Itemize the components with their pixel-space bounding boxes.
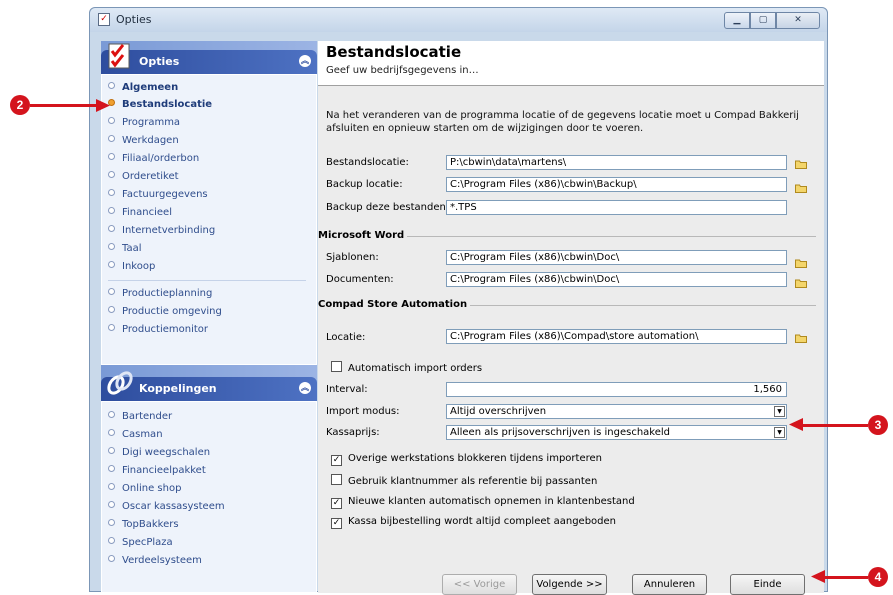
nav-item-verdeelsysteem[interactable]: Verdeelsysteem bbox=[108, 554, 202, 568]
locatie-label: Locatie: bbox=[326, 332, 366, 343]
sidebar: Opties ︽ Algemeen Bestandslocatie Progra… bbox=[101, 41, 317, 593]
link-icon bbox=[107, 371, 133, 395]
backup-bestanden-label: Backup deze bestanden: bbox=[326, 202, 450, 213]
kassaprijs-label: Kassaprijs: bbox=[326, 427, 380, 438]
bestandslocatie-label: Bestandslocatie: bbox=[326, 157, 409, 168]
nav-item-topbakkers[interactable]: TopBakkers bbox=[108, 518, 179, 532]
arrowhead-left-icon bbox=[789, 418, 803, 431]
blokkeren-checkbox[interactable]: ✓ Overige werkstations blokkeren tijdens … bbox=[331, 453, 602, 466]
opties-group-body: Algemeen Bestandslocatie Programma Werkd… bbox=[101, 74, 317, 365]
dropdown-arrow-icon: ▼ bbox=[774, 427, 785, 438]
import-modus-select[interactable]: Altijd overschrijven ▼ bbox=[446, 404, 787, 419]
arrowhead-left-icon bbox=[811, 570, 825, 583]
annotation-arrow bbox=[822, 576, 868, 579]
annotation-arrow bbox=[800, 424, 868, 427]
intro-text: Na het veranderen van de programma locat… bbox=[326, 110, 799, 134]
nav-item-programma[interactable]: Programma bbox=[108, 116, 180, 130]
kassa-bijbestelling-checkbox[interactable]: ✓ Kassa bijbestelling wordt altijd comple… bbox=[331, 516, 616, 529]
nav-item-internetverbinding[interactable]: Internetverbinding bbox=[108, 224, 215, 238]
page-title: Bestandslocatie bbox=[326, 43, 462, 61]
window-title: Opties bbox=[116, 13, 152, 26]
klantnummer-checkbox[interactable]: Gebruik klantnummer als referentie bij p… bbox=[331, 474, 597, 488]
nav-item-algemeen[interactable]: Algemeen bbox=[108, 81, 178, 95]
close-button[interactable]: ✕ bbox=[776, 12, 820, 29]
nav-item-orderetiket[interactable]: Orderetiket bbox=[108, 170, 179, 184]
nav-item-werkdagen[interactable]: Werkdagen bbox=[108, 134, 179, 148]
folder-icon[interactable] bbox=[795, 278, 807, 288]
koppelingen-group-body: Bartender Casman Digi weegschalen Financ… bbox=[101, 401, 317, 593]
annotation-arrow bbox=[30, 104, 100, 107]
folder-icon[interactable] bbox=[795, 258, 807, 268]
auto-import-checkbox[interactable]: Automatisch import orders bbox=[331, 361, 482, 375]
maximize-button[interactable]: ▢ bbox=[750, 12, 776, 29]
nav-item-factuurgegevens[interactable]: Factuurgegevens bbox=[108, 188, 208, 202]
arrowhead-right-icon bbox=[96, 99, 110, 112]
page-subtitle: Geef uw bedrijfsgegevens in… bbox=[326, 65, 479, 76]
settings-form: Na het veranderen van de programma locat… bbox=[318, 86, 824, 568]
bestandslocatie-field[interactable]: P:\cbwin\data\martens\ bbox=[446, 155, 787, 170]
nav-item-casman[interactable]: Casman bbox=[108, 428, 163, 442]
koppelingen-group-header[interactable]: Koppelingen ︽ bbox=[101, 371, 317, 401]
annotation-marker-4: 4 bbox=[868, 567, 888, 587]
interval-label: Interval: bbox=[326, 384, 368, 395]
sjablonen-field[interactable]: C:\Program Files (x86)\cbwin\Doc\ bbox=[446, 250, 787, 265]
checklist-icon bbox=[108, 43, 130, 69]
nav-item-oscar-kassasysteem[interactable]: Oscar kassasysteem bbox=[108, 500, 225, 514]
app-icon: ✓ bbox=[98, 13, 110, 26]
backup-locatie-label: Backup locatie: bbox=[326, 179, 403, 190]
folder-icon[interactable] bbox=[795, 333, 807, 343]
backup-bestanden-field[interactable]: *.TPS bbox=[446, 200, 787, 215]
nav-item-financieel[interactable]: Financieel bbox=[108, 206, 172, 220]
nav-item-productiemonitor[interactable]: Productiemonitor bbox=[108, 323, 208, 337]
nav-item-digi-weegschalen[interactable]: Digi weegschalen bbox=[108, 446, 210, 460]
options-window: ✓ Opties ▁ ▢ ✕ Opties ︽ Algemeen Bestand… bbox=[89, 7, 828, 595]
collapse-icon[interactable]: ︽ bbox=[299, 382, 311, 394]
interval-field[interactable]: 1,560 bbox=[446, 382, 787, 397]
sidebar-divider bbox=[108, 280, 306, 281]
dropdown-arrow-icon: ▼ bbox=[774, 406, 785, 417]
backup-locatie-field[interactable]: C:\Program Files (x86)\cbwin\Backup\ bbox=[446, 177, 787, 192]
section-microsoft-word: Microsoft Word bbox=[318, 230, 408, 241]
nav-item-bartender[interactable]: Bartender bbox=[108, 410, 172, 424]
folder-icon[interactable] bbox=[795, 159, 807, 169]
wizard-footer: << Vorige Volgende >> Annuleren Einde bbox=[318, 568, 824, 595]
annotation-marker-2: 2 bbox=[10, 95, 30, 115]
kassaprijs-select[interactable]: Alleen als prijsoverschrijven is ingesch… bbox=[446, 425, 787, 440]
section-compad-store: Compad Store Automation bbox=[318, 299, 471, 310]
nav-item-financieelpakket[interactable]: Financieelpakket bbox=[108, 464, 206, 478]
collapse-icon[interactable]: ︽ bbox=[299, 55, 311, 67]
import-modus-label: Import modus: bbox=[326, 406, 400, 417]
opties-group-title: Opties bbox=[139, 55, 180, 68]
nav-item-online-shop[interactable]: Online shop bbox=[108, 482, 181, 496]
opties-group-header[interactable]: Opties ︽ bbox=[101, 43, 317, 74]
title-bar[interactable]: ✓ Opties ▁ ▢ ✕ bbox=[90, 8, 827, 32]
locatie-field[interactable]: C:\Program Files (x86)\Compad\store auto… bbox=[446, 329, 787, 344]
nieuwe-klanten-checkbox[interactable]: ✓ Nieuwe klanten automatisch opnemen in k… bbox=[331, 496, 635, 509]
documenten-field[interactable]: C:\Program Files (x86)\cbwin\Doc\ bbox=[446, 272, 787, 287]
nav-item-inkoop[interactable]: Inkoop bbox=[108, 260, 155, 274]
nav-item-productie-omgeving[interactable]: Productie omgeving bbox=[108, 305, 222, 319]
main-panel: Bestandslocatie Geef uw bedrijfsgegevens… bbox=[318, 41, 824, 595]
nav-item-filiaal[interactable]: Filiaal/orderbon bbox=[108, 152, 199, 166]
koppelingen-group-title: Koppelingen bbox=[139, 382, 217, 395]
annotation-marker-3: 3 bbox=[868, 415, 888, 435]
sjablonen-label: Sjablonen: bbox=[326, 252, 379, 263]
nav-item-specplaza[interactable]: SpecPlaza bbox=[108, 536, 173, 550]
minimize-button[interactable]: ▁ bbox=[724, 12, 750, 29]
folder-icon[interactable] bbox=[795, 183, 807, 193]
nav-item-taal[interactable]: Taal bbox=[108, 242, 142, 256]
documenten-label: Documenten: bbox=[326, 274, 394, 285]
nav-item-productieplanning[interactable]: Productieplanning bbox=[108, 287, 212, 301]
nav-item-bestandslocatie[interactable]: Bestandslocatie bbox=[108, 98, 212, 112]
